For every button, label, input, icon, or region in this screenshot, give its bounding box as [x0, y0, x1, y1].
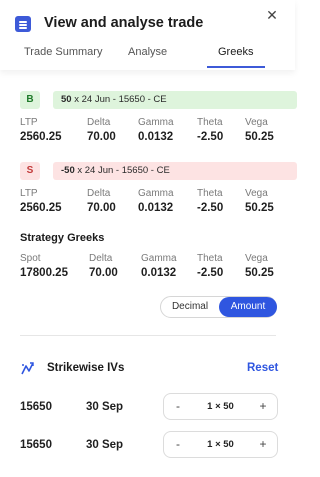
strikewise-ivs-title: Strikewise IVs — [47, 362, 125, 374]
vega-value: 50.25 — [245, 131, 274, 143]
divider — [20, 335, 276, 336]
leg-qty: -50 — [61, 165, 75, 176]
modal-header: View and analyse trade ✕ Trade Summary A… — [0, 0, 295, 70]
theta-label: Theta — [197, 188, 223, 199]
toggle-decimal[interactable]: Decimal — [161, 297, 219, 317]
iv-date: 30 Sep — [86, 401, 124, 413]
delta-value: 70.00 — [89, 267, 118, 279]
gamma-value: 0.0132 — [141, 267, 177, 279]
buy-badge: B — [20, 91, 40, 109]
ltp-value: 2560.25 — [20, 202, 62, 214]
increment-button[interactable]: + — [253, 394, 273, 419]
increment-button[interactable]: + — [253, 432, 273, 457]
gamma-label: Gamma — [138, 188, 174, 199]
theta-label: Theta — [197, 117, 223, 128]
vega-label: Vega — [245, 117, 268, 128]
delta-label: Delta — [87, 188, 111, 199]
gamma-value: 0.0132 — [138, 202, 174, 214]
modal-title: View and analyse trade — [44, 15, 204, 31]
tab-greeks[interactable]: Greeks — [218, 46, 253, 58]
gamma-label: Gamma — [138, 117, 174, 128]
theta-label: Theta — [197, 253, 223, 264]
quantity-stepper: - 1 × 50 + — [163, 393, 278, 420]
theta-value: -2.50 — [197, 202, 224, 214]
ltp-value: 2560.25 — [20, 131, 62, 143]
document-icon — [15, 16, 31, 32]
ltp-label: LTP — [20, 117, 38, 128]
delta-label: Delta — [87, 117, 111, 128]
reset-button[interactable]: Reset — [247, 362, 278, 374]
iv-date: 30 Sep — [86, 439, 124, 451]
decimal-amount-toggle: Decimal Amount — [160, 296, 277, 318]
delta-value: 70.00 — [87, 202, 116, 214]
theta-value: -2.50 — [197, 131, 224, 143]
active-tab-indicator — [207, 66, 265, 68]
delta-label: Delta — [89, 253, 113, 264]
gamma-value: 0.0132 — [138, 131, 174, 143]
leg-description: 50 x 24 Jun - 15650 - CE — [53, 91, 297, 109]
vega-label: Vega — [245, 188, 268, 199]
tab-analyse[interactable]: Analyse — [128, 46, 167, 58]
strategy-greeks-title: Strategy Greeks — [20, 232, 105, 244]
spot-label: Spot — [20, 253, 41, 264]
leg-description: -50 x 24 Jun - 15650 - CE — [53, 162, 297, 180]
quantity-stepper: - 1 × 50 + — [163, 431, 278, 458]
spot-value: 17800.25 — [20, 267, 68, 279]
ltp-label: LTP — [20, 188, 38, 199]
iv-strike: 15650 — [20, 401, 52, 413]
theta-value: -2.50 — [197, 267, 224, 279]
close-icon[interactable]: ✕ — [263, 6, 281, 24]
gamma-label: Gamma — [141, 253, 177, 264]
iv-strike: 15650 — [20, 439, 52, 451]
leg-contract: x 24 Jun - 15650 - CE — [71, 94, 167, 105]
leg-contract: x 24 Jun - 15650 - CE — [74, 165, 170, 176]
vega-label: Vega — [245, 253, 268, 264]
toggle-amount[interactable]: Amount — [219, 297, 277, 317]
vega-value: 50.25 — [245, 202, 274, 214]
leg-qty: 50 — [61, 94, 72, 105]
vega-value: 50.25 — [245, 267, 274, 279]
sell-badge: S — [20, 162, 40, 180]
trend-icon — [21, 362, 34, 375]
delta-value: 70.00 — [87, 131, 116, 143]
tab-trade-summary[interactable]: Trade Summary — [24, 46, 102, 58]
